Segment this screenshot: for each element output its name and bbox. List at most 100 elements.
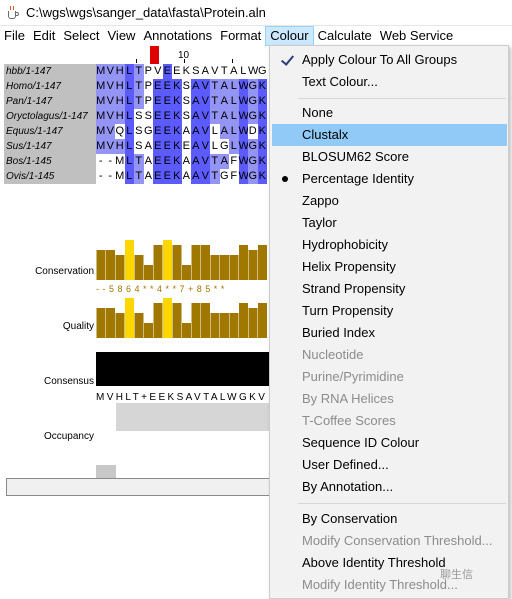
residue-cell[interactable]: V (200, 154, 210, 169)
residue-cell[interactable]: M (115, 154, 125, 169)
residue-cell[interactable]: S (134, 124, 144, 139)
menu-item-clustalx[interactable]: Clustalx (272, 124, 507, 146)
residue-cell[interactable]: M (96, 139, 106, 154)
sequence-row[interactable]: MVHLTPVEEKSAVTALWG (96, 64, 267, 79)
residue-cell[interactable]: V (105, 94, 115, 109)
residue-cell[interactable]: V (105, 109, 115, 124)
residue-cell[interactable]: P (143, 94, 153, 109)
residue-cell[interactable]: G (257, 64, 267, 79)
residue-cell[interactable]: A (143, 139, 153, 154)
residue-cell[interactable]: T (134, 154, 144, 169)
residue-cell[interactable]: L (229, 79, 239, 94)
residue-cell[interactable]: K (172, 109, 182, 124)
residue-cell[interactable]: M (96, 109, 106, 124)
residue-cell[interactable]: S (143, 109, 153, 124)
residue-cell[interactable]: H (115, 64, 125, 79)
residue-cell[interactable]: T (210, 94, 220, 109)
residue-cell[interactable]: T (210, 154, 220, 169)
residue-cell[interactable]: L (210, 124, 220, 139)
residue-cell[interactable]: K (257, 139, 267, 154)
menu-item-hydrophobicity[interactable]: Hydrophobicity (272, 234, 507, 256)
residue-cell[interactable]: V (153, 64, 163, 79)
residue-cell[interactable]: A (191, 79, 201, 94)
menu-item-none[interactable]: None (272, 102, 507, 124)
residue-cell[interactable]: E (162, 64, 172, 79)
sequence-row[interactable]: MVQLSGEEKAAVLALWDK (96, 124, 267, 139)
residue-cell[interactable]: M (96, 64, 106, 79)
residue-cell[interactable]: V (210, 64, 220, 79)
residue-cell[interactable]: K (172, 94, 182, 109)
residue-cell[interactable]: - (96, 154, 106, 169)
residue-cell[interactable]: G (248, 94, 258, 109)
residue-cell[interactable]: S (134, 139, 144, 154)
sequence-id[interactable]: Equus/1-147 (4, 124, 96, 139)
residue-cell[interactable]: - (105, 169, 115, 184)
menu-item-turn-propensity[interactable]: Turn Propensity (272, 300, 507, 322)
residue-cell[interactable]: G (248, 109, 258, 124)
menu-item-helix-propensity[interactable]: Helix Propensity (272, 256, 507, 278)
sequence-alignment-grid[interactable]: MVHLTPVEEKSAVTALWGMVHLTPEEKSAVTALWGKMVHL… (96, 64, 267, 184)
residue-cell[interactable]: T (219, 64, 229, 79)
residue-cell[interactable]: A (219, 94, 229, 109)
residue-cell[interactable]: V (105, 79, 115, 94)
menu-file[interactable]: File (0, 26, 29, 46)
sequence-row[interactable]: MVHLSSEEKSAVTALWGK (96, 109, 267, 124)
residue-cell[interactable]: - (105, 154, 115, 169)
residue-cell[interactable]: E (153, 79, 163, 94)
sequence-row[interactable]: --MLTAEEKAAVTAFWGK (96, 154, 267, 169)
sequence-row[interactable]: --MLTAEEKAAVTGFWGK (96, 169, 267, 184)
residue-cell[interactable]: - (96, 169, 106, 184)
residue-cell[interactable]: A (200, 64, 210, 79)
sequence-id[interactable]: Pan/1-147 (4, 94, 96, 109)
residue-cell[interactable]: L (124, 139, 134, 154)
residue-cell[interactable]: V (105, 139, 115, 154)
residue-cell[interactable]: V (200, 109, 210, 124)
residue-cell[interactable]: K (172, 139, 182, 154)
menu-web-service[interactable]: Web Service (376, 26, 457, 46)
residue-cell[interactable]: E (153, 169, 163, 184)
residue-cell[interactable]: A (191, 94, 201, 109)
residue-cell[interactable]: A (143, 154, 153, 169)
residue-cell[interactable]: P (143, 64, 153, 79)
sequence-id[interactable]: hbb/1-147 (4, 64, 96, 79)
menu-view[interactable]: View (104, 26, 140, 46)
menu-item-blosum62[interactable]: BLOSUM62 Score (272, 146, 507, 168)
residue-cell[interactable]: K (257, 94, 267, 109)
sequence-id[interactable]: Homo/1-147 (4, 79, 96, 94)
residue-cell[interactable]: G (219, 169, 229, 184)
residue-cell[interactable]: M (96, 94, 106, 109)
residue-cell[interactable]: A (181, 124, 191, 139)
residue-cell[interactable]: G (143, 124, 153, 139)
sequence-row[interactable]: MVHLTPEEKSAVTALWGK (96, 79, 267, 94)
residue-cell[interactable]: W (238, 94, 249, 109)
residue-cell[interactable]: L (229, 109, 239, 124)
residue-cell[interactable]: E (162, 124, 172, 139)
residue-cell[interactable]: P (143, 79, 153, 94)
menu-item-sequence-id-colour[interactable]: Sequence ID Colour (272, 432, 507, 454)
residue-cell[interactable]: E (162, 139, 172, 154)
residue-cell[interactable]: S (191, 64, 201, 79)
residue-cell[interactable]: L (124, 124, 134, 139)
residue-cell[interactable]: A (181, 169, 191, 184)
residue-cell[interactable]: M (115, 169, 125, 184)
residue-cell[interactable]: L (238, 64, 248, 79)
menu-edit[interactable]: Edit (29, 26, 59, 46)
residue-cell[interactable]: S (181, 79, 191, 94)
residue-cell[interactable]: K (257, 124, 267, 139)
residue-cell[interactable]: T (134, 94, 144, 109)
residue-cell[interactable]: A (191, 169, 201, 184)
residue-cell[interactable]: E (153, 124, 163, 139)
sequence-row[interactable]: MVHLSAEEKEAVLGLWGK (96, 139, 267, 154)
menu-item-buried-index[interactable]: Buried Index (272, 322, 507, 344)
residue-cell[interactable]: L (124, 169, 134, 184)
menu-select[interactable]: Select (59, 26, 103, 46)
residue-cell[interactable]: V (200, 79, 210, 94)
residue-cell[interactable]: A (191, 154, 201, 169)
residue-cell[interactable]: A (143, 169, 153, 184)
residue-cell[interactable]: A (219, 109, 229, 124)
residue-cell[interactable]: L (210, 139, 220, 154)
menu-item-percentage-identity[interactable]: Percentage Identity (272, 168, 507, 190)
residue-cell[interactable]: G (248, 169, 258, 184)
residue-cell[interactable]: V (200, 94, 210, 109)
residue-cell[interactable]: E (181, 139, 191, 154)
